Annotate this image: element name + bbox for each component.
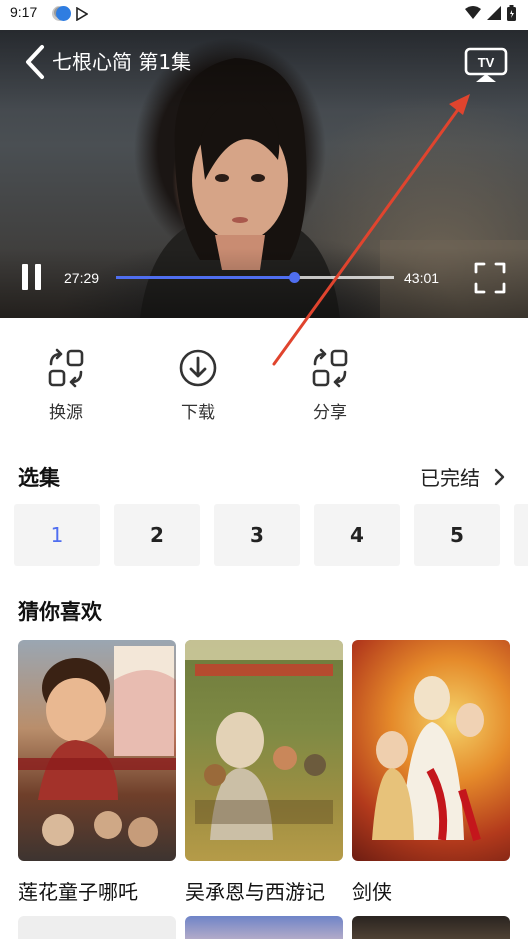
episodes-status-link[interactable]: 已完结 — [420, 462, 506, 491]
status-bar: 9:17 — [0, 0, 528, 30]
progress-slider[interactable] — [116, 272, 394, 283]
battery-icon — [507, 5, 516, 21]
duration: 43:01 — [404, 270, 440, 286]
signal-icon — [487, 6, 501, 20]
pause-button[interactable] — [20, 264, 44, 290]
share-icon — [312, 348, 348, 388]
episodes-status: 已完结 — [420, 466, 480, 490]
switch-source-icon — [48, 348, 84, 388]
download-status-icon — [56, 6, 71, 21]
recommendations-title: 猜你喜欢 — [18, 600, 102, 624]
chevron-right-icon — [494, 468, 505, 485]
rec-card-6[interactable] — [352, 916, 510, 939]
tv-cast-icon[interactable]: TV — [464, 46, 508, 84]
video-title: 七根心简 第1集 — [52, 50, 192, 74]
download-button[interactable]: 下载 — [158, 340, 238, 423]
action-bar: 换源 下载 分享 — [0, 340, 528, 440]
episode-button-more[interactable] — [514, 504, 528, 566]
poster-nezha-image — [18, 646, 176, 847]
progress-fill — [116, 276, 294, 279]
rec-card-5[interactable] — [185, 916, 343, 939]
episode-list: 1 2 3 4 5 — [14, 504, 528, 566]
episode-button-2[interactable]: 2 — [114, 504, 200, 566]
switch-source-label: 换源 — [49, 403, 83, 423]
current-time: 27:29 — [64, 270, 100, 286]
rec-card-4[interactable] — [18, 916, 176, 939]
share-label: 分享 — [313, 403, 347, 423]
poster-jianxia[interactable] — [352, 640, 510, 861]
episode-button-3[interactable]: 3 — [214, 504, 300, 566]
fullscreen-icon[interactable] — [474, 262, 506, 294]
download-label: 下载 — [181, 403, 215, 423]
share-button[interactable]: 分享 — [290, 340, 370, 423]
wifi-icon — [465, 6, 481, 19]
tv-cast-label: TV — [478, 55, 495, 70]
status-time: 9:17 — [10, 4, 38, 20]
poster-nezha[interactable] — [18, 640, 176, 861]
progress-knob[interactable] — [288, 272, 300, 283]
switch-source-button[interactable]: 换源 — [26, 340, 106, 423]
poster-jianxia-image — [372, 676, 484, 842]
rec-title-2[interactable]: 吴承恩与西游记 — [185, 876, 325, 905]
pause-bar-left — [22, 264, 28, 290]
back-icon[interactable] — [22, 44, 48, 80]
poster-wu-chengen[interactable] — [185, 640, 343, 861]
pause-bar-right — [35, 264, 41, 290]
video-player[interactable]: 七根心简 第1集 TV 27:29 43:01 — [0, 30, 528, 318]
poster-wu-chengen-image — [185, 640, 343, 840]
episodes-title: 选集 — [18, 466, 60, 490]
episode-button-1[interactable]: 1 — [14, 504, 100, 566]
rec-title-3[interactable]: 剑侠 — [352, 876, 392, 905]
system-icons — [465, 5, 516, 21]
rec-title-1[interactable]: 莲花童子哪吒 — [18, 876, 138, 905]
episode-button-5[interactable]: 5 — [414, 504, 500, 566]
download-icon — [179, 349, 217, 387]
play-store-icon — [76, 7, 88, 21]
episode-button-4[interactable]: 4 — [314, 504, 400, 566]
